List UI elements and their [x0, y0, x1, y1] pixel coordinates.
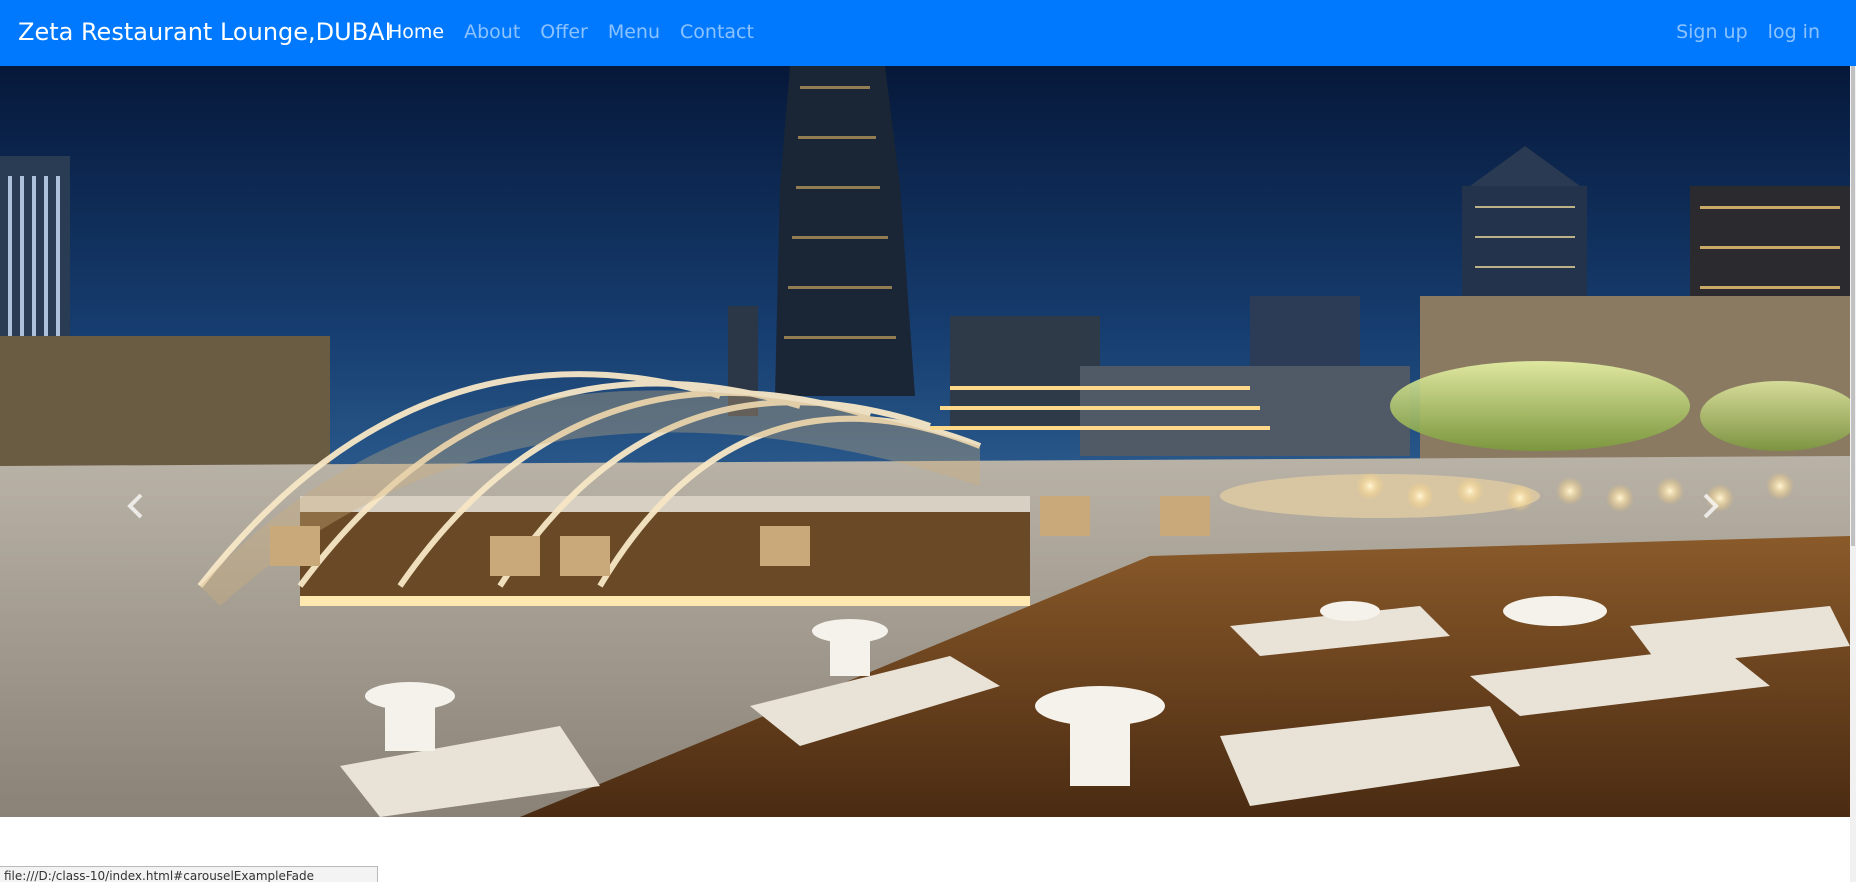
sign-up-link[interactable]: Sign up	[1676, 19, 1748, 45]
hero-carousel	[0, 66, 1850, 817]
scroll-thumb[interactable]	[1851, 66, 1855, 546]
status-url: file:///D:/class-10/index.html#carouselE…	[0, 866, 378, 882]
main-nav: Home About Offer Menu Contact	[388, 19, 774, 45]
carousel-next-button[interactable]	[1690, 486, 1730, 526]
nav-link-contact[interactable]: Contact	[680, 19, 754, 45]
chevron-left-icon	[127, 493, 143, 519]
chevron-right-icon	[1703, 493, 1719, 519]
nav-link-home[interactable]: Home	[388, 19, 444, 45]
carousel-image	[0, 66, 1850, 817]
nav-link-about[interactable]: About	[464, 19, 520, 45]
auth-nav: Sign up log in	[1656, 19, 1820, 45]
brand-title[interactable]: Zeta Restaurant Lounge,DUBAI	[18, 16, 392, 48]
top-navbar: Zeta Restaurant Lounge,DUBAI Home About …	[0, 0, 1856, 66]
nav-link-offer[interactable]: Offer	[540, 19, 588, 45]
carousel-prev-button[interactable]	[116, 486, 156, 526]
nav-link-menu[interactable]: Menu	[608, 19, 660, 45]
log-in-link[interactable]: log in	[1768, 19, 1820, 45]
page-scrollbar[interactable]	[1850, 66, 1856, 882]
